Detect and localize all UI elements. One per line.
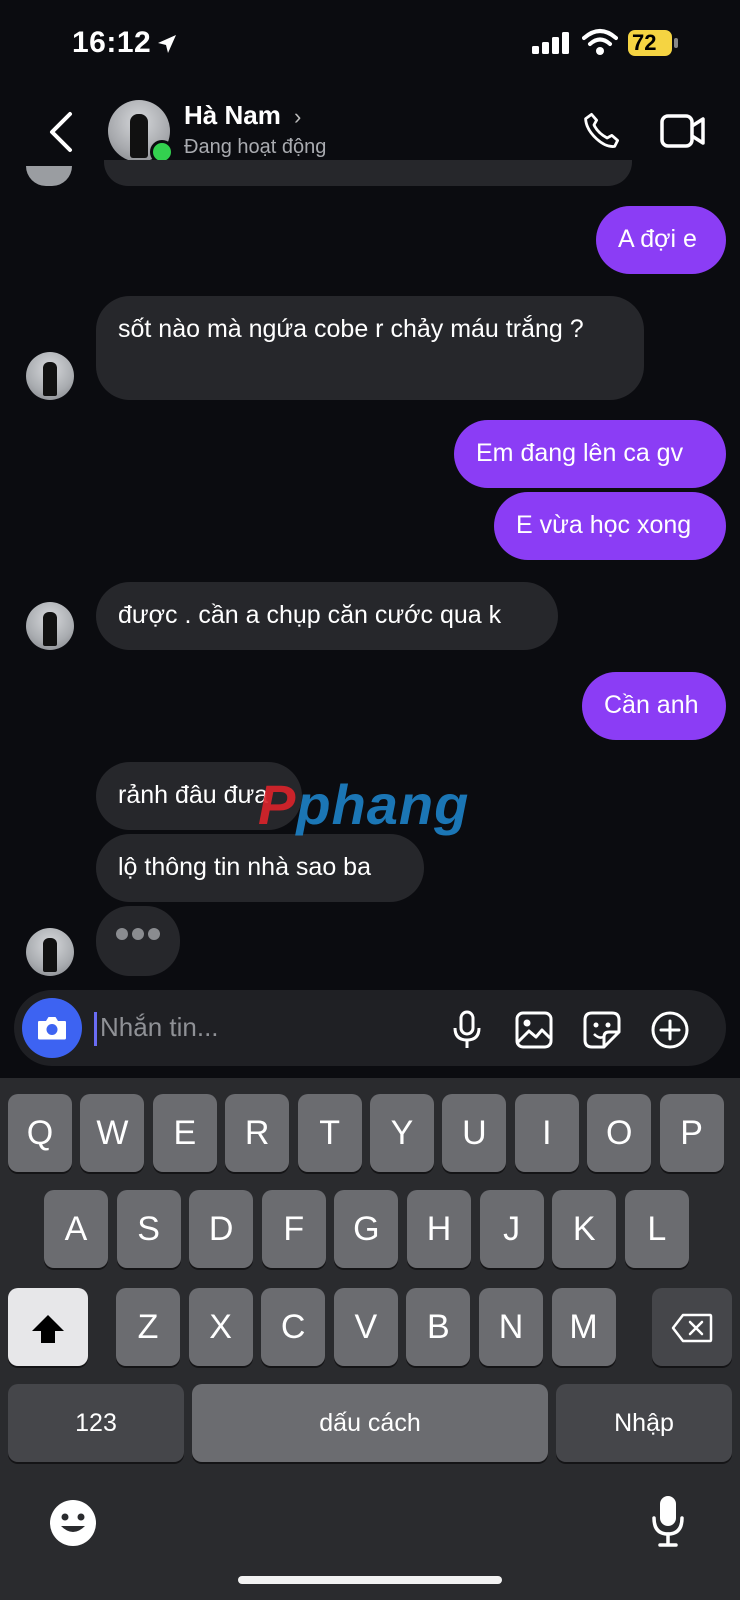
message-outgoing[interactable]: Em đang lên ca gv [454,420,726,488]
keyboard: QWERTYUIOP ASDFGHJKL ZXCVBNM 123 dấu các… [0,1078,740,1600]
message-outgoing[interactable]: E vừa học xong [494,492,726,560]
key-u[interactable]: U [442,1094,507,1172]
battery-level: 72 [628,30,672,56]
key-e[interactable]: E [152,1094,217,1172]
partial-message-bubble [104,160,632,186]
sender-avatar[interactable] [26,352,74,400]
text-cursor [94,1012,97,1046]
partial-avatar [26,166,72,186]
home-indicator [238,1576,502,1584]
key-p[interactable]: P [659,1094,724,1172]
return-key[interactable]: Nhập [556,1384,732,1462]
sender-avatar[interactable] [26,928,74,976]
key-l[interactable]: L [624,1190,689,1268]
gallery-icon[interactable] [514,1010,554,1050]
plus-icon[interactable] [650,1010,690,1050]
key-h[interactable]: H [407,1190,471,1268]
camera-button[interactable] [22,998,82,1058]
microphone-icon[interactable] [450,1010,484,1050]
sticker-icon[interactable] [582,1010,622,1050]
key-i[interactable]: I [514,1094,579,1172]
key-d[interactable]: D [189,1190,254,1268]
key-z[interactable]: Z [116,1288,180,1366]
key-y[interactable]: Y [370,1094,434,1172]
key-b[interactable]: B [406,1288,471,1366]
key-k[interactable]: K [552,1190,617,1268]
key-j[interactable]: J [479,1190,544,1268]
key-v[interactable]: V [333,1288,398,1366]
key-n[interactable]: N [479,1288,543,1366]
key-q[interactable]: Q [8,1094,72,1172]
status-time: 16:12 [72,26,179,60]
shift-key[interactable] [8,1288,88,1366]
chevron-right-icon[interactable]: › [294,104,301,130]
key-x[interactable]: X [188,1288,253,1366]
key-w[interactable]: W [80,1094,145,1172]
watermark-logo: Pphang [258,773,470,836]
shift-arrow-icon [32,1315,64,1344]
contact-name[interactable]: Hà Nam [184,100,281,131]
phone-call-icon[interactable] [580,110,622,152]
back-chevron-icon[interactable] [48,110,74,154]
message-outgoing[interactable]: A đợi e [596,206,726,274]
emoji-icon[interactable] [48,1498,98,1548]
key-a[interactable]: A [44,1190,108,1268]
wifi-icon [582,29,618,55]
key-s[interactable]: S [116,1190,181,1268]
backspace-icon [671,1314,713,1343]
video-call-icon[interactable] [660,112,706,150]
numbers-key[interactable]: 123 [8,1384,184,1462]
message-input[interactable]: Nhắn tin... [100,1012,219,1043]
dictation-microphone-icon[interactable] [650,1494,686,1548]
message-incoming[interactable]: sốt nào mà ngứa cobe r chảy máu trắng ? [96,296,644,400]
status-bar: 16:12 72 [0,0,740,88]
key-t[interactable]: T [297,1094,362,1172]
space-key[interactable]: dấu cách [192,1384,548,1462]
sender-avatar[interactable] [26,602,74,650]
key-r[interactable]: R [225,1094,290,1172]
backspace-key[interactable] [652,1288,732,1366]
cellular-signal-icon [532,32,569,54]
key-o[interactable]: O [587,1094,652,1172]
camera-icon [38,1017,66,1040]
message-incoming[interactable]: được . cần a chụp căn cước qua k [96,582,558,650]
message-incoming[interactable]: lộ thông tin nhà sao ba [96,834,424,902]
typing-indicator [96,906,180,976]
presence-status: Đang hoạt động [184,136,327,158]
key-c[interactable]: C [261,1288,326,1366]
message-composer: Nhắn tin... [14,990,726,1066]
message-outgoing[interactable]: Cần anh [582,672,726,740]
key-f[interactable]: F [261,1190,326,1268]
battery-tip [674,38,678,48]
location-arrow-icon [158,35,177,54]
key-m[interactable]: M [551,1288,616,1366]
key-g[interactable]: G [334,1190,399,1268]
